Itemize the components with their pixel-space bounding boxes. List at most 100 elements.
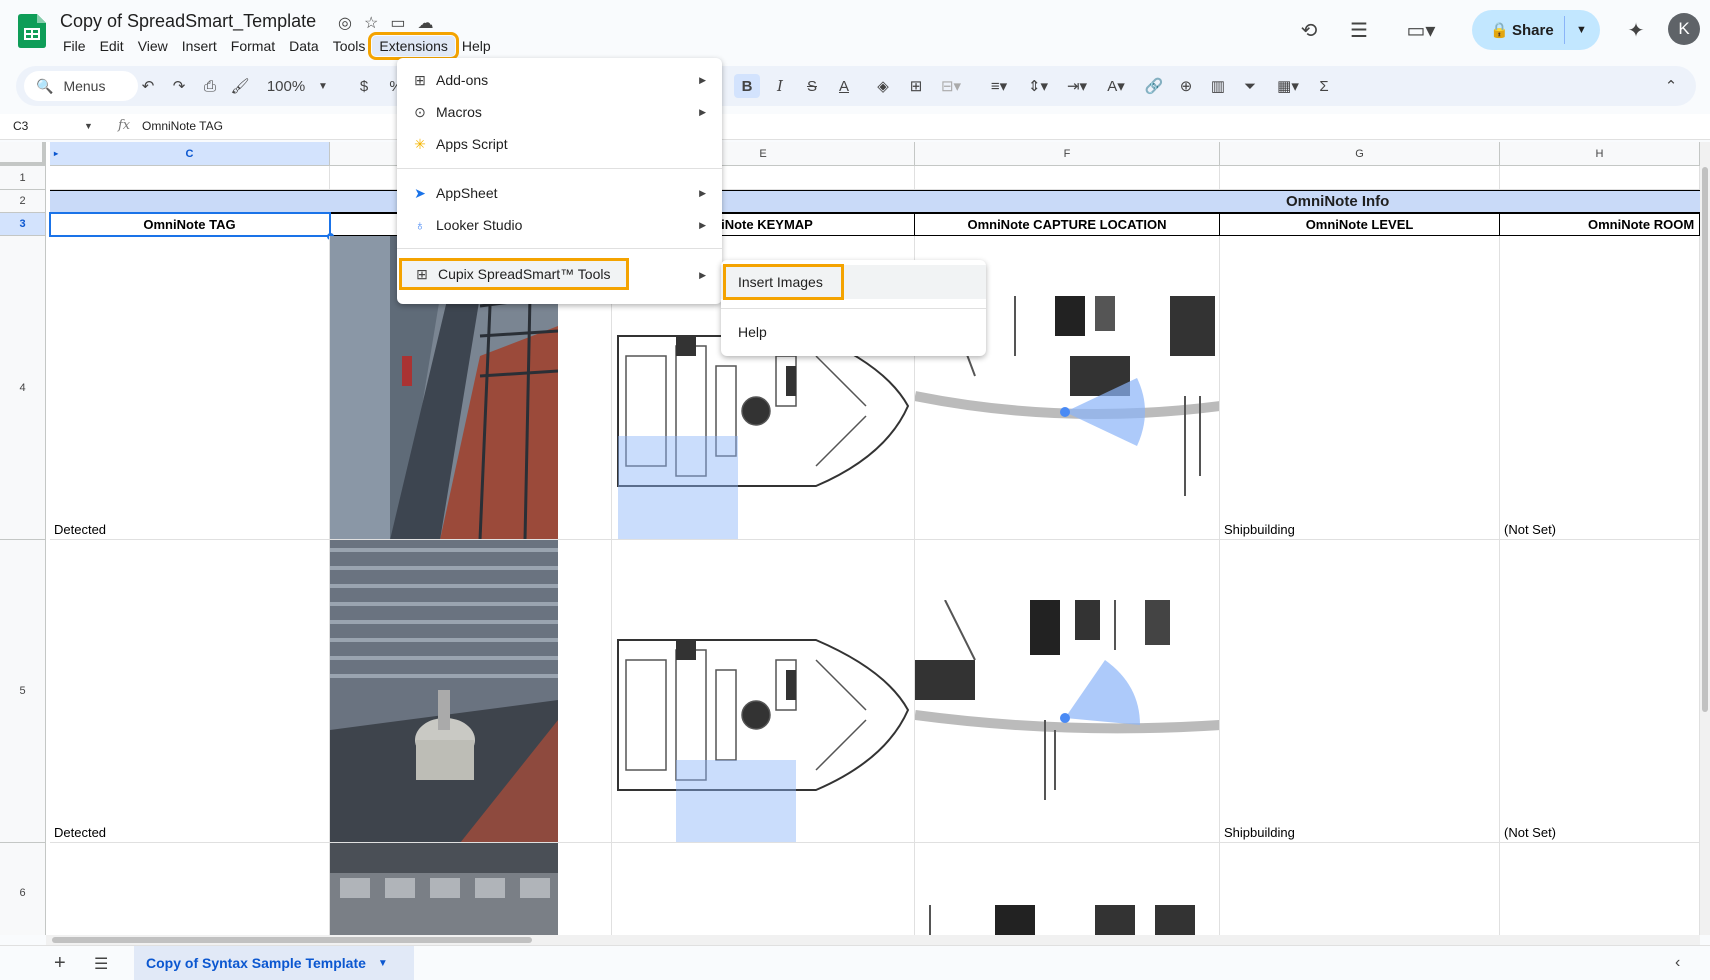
menu-item-apps-script[interactable]: ✳ Apps Script <box>397 128 722 160</box>
keymap-floorplan-image[interactable] <box>616 600 912 843</box>
bold-button[interactable]: B <box>734 74 760 98</box>
fill-color-icon[interactable]: ◈ <box>871 74 895 98</box>
header-cell-level[interactable]: OmniNote LEVEL <box>1220 213 1500 236</box>
menu-extensions[interactable]: Extensions <box>368 32 459 60</box>
formula-input[interactable]: OmniNote TAG <box>142 119 223 133</box>
cell-room[interactable]: (Not Set) <box>1500 540 1700 843</box>
row-header-3[interactable]: 3 <box>0 213 46 236</box>
merge-cells-icon[interactable]: ⊟▾ <box>936 74 966 98</box>
star-icon[interactable]: ☆ <box>364 13 378 33</box>
name-box[interactable]: C3 <box>13 119 28 133</box>
row-header-4[interactable]: 4 <box>0 236 46 540</box>
omni-icon[interactable]: ◎ <box>338 13 352 33</box>
vertical-align-icon[interactable]: ⇕▾ <box>1021 74 1055 98</box>
horizontal-scroll-thumb[interactable] <box>52 937 532 943</box>
column-header-h[interactable]: H <box>1500 142 1700 166</box>
header-cell-room[interactable]: OmniNote ROOM <box>1500 213 1700 236</box>
menu-data[interactable]: Data <box>282 36 326 56</box>
vertical-scrollbar[interactable] <box>1700 142 1710 935</box>
capture-photo-image[interactable] <box>330 843 558 935</box>
row-header-6[interactable]: 6 <box>0 843 46 935</box>
gemini-icon[interactable]: ✦ <box>1622 16 1650 44</box>
zoom-caret-icon[interactable]: ▼ <box>316 74 330 98</box>
select-all-corner[interactable] <box>0 142 46 166</box>
menu-item-looker-studio[interactable]: ♁ Looker Studio ▶ <box>397 209 722 241</box>
meet-icon[interactable]: ▭▾ <box>1398 16 1444 44</box>
menu-item-cupix-spreadsmart-tools[interactable]: ⊞ Cupix SpreadSmart™ Tools <box>399 258 629 290</box>
row-header-1[interactable]: 1 <box>0 166 46 190</box>
column-header-g[interactable]: G <box>1220 142 1500 166</box>
italic-button[interactable]: I <box>768 74 792 98</box>
zoom-select[interactable]: 100% <box>262 74 310 98</box>
omninote-info-banner[interactable]: OmniNote Info <box>50 190 1700 213</box>
comments-icon[interactable]: ☰ <box>1345 16 1373 44</box>
sheet-tab[interactable]: Copy of Syntax Sample Template ▼ <box>134 946 414 980</box>
document-title[interactable]: Copy of SpreadSmart_Template <box>60 11 316 32</box>
redo-icon[interactable]: ↷ <box>167 74 191 98</box>
cell-capture-location[interactable] <box>915 540 1220 843</box>
cell-keymap[interactable] <box>612 843 915 935</box>
filter-icon[interactable]: ⏷ <box>1238 74 1262 98</box>
functions-icon[interactable]: Σ <box>1312 74 1336 98</box>
row-header-5[interactable]: 5 <box>0 540 46 843</box>
menu-view[interactable]: View <box>131 36 175 56</box>
currency-button[interactable]: $ <box>356 74 372 98</box>
menu-file[interactable]: File <box>56 36 93 56</box>
menu-insert[interactable]: Insert <box>175 36 224 56</box>
cell-room[interactable]: (Not Set) <box>1500 236 1700 540</box>
cell-tag[interactable] <box>50 843 330 935</box>
cell[interactable] <box>1500 166 1700 190</box>
horizontal-scrollbar[interactable] <box>46 935 1700 945</box>
cell[interactable] <box>1220 166 1500 190</box>
menu-help[interactable]: Help <box>455 36 498 56</box>
menu-item-macros[interactable]: ⊙ Macros ▶ <box>397 96 722 128</box>
hidden-columns-arrow-icon[interactable]: ▸ <box>54 149 58 158</box>
insert-chart-icon[interactable]: ▥ <box>1206 74 1230 98</box>
cell-level[interactable]: Shipbuilding <box>1220 236 1500 540</box>
cell[interactable] <box>50 166 330 190</box>
print-icon[interactable]: ⎙ <box>198 74 222 98</box>
column-header-c[interactable]: ▸ C <box>50 142 330 166</box>
header-cell-capture-location[interactable]: OmniNote CAPTURE LOCATION <box>915 213 1220 236</box>
cell-photo[interactable] <box>330 540 612 843</box>
paint-format-icon[interactable]: 🖌 <box>228 74 252 98</box>
cell-level[interactable]: Shipbuilding <box>1220 540 1500 843</box>
capture-photo-image[interactable] <box>330 540 558 843</box>
row-header-2[interactable]: 2 <box>0 190 46 213</box>
cell[interactable] <box>915 166 1220 190</box>
menu-item-help[interactable]: Help <box>721 315 986 349</box>
menu-format[interactable]: Format <box>224 36 282 56</box>
cell-keymap[interactable] <box>612 540 915 843</box>
strikethrough-button[interactable]: S <box>800 74 824 98</box>
menus-search[interactable]: 🔍 Menus <box>24 71 138 101</box>
undo-icon[interactable]: ↶ <box>136 74 160 98</box>
menu-tools[interactable]: Tools <box>326 36 373 56</box>
filter-views-icon[interactable]: ▦▾ <box>1271 74 1305 98</box>
cell-tag[interactable]: Detected <box>50 236 330 540</box>
menu-item-insert-images[interactable]: Insert Images <box>721 264 986 300</box>
share-button[interactable]: 🔒 Share ▼ <box>1472 10 1600 50</box>
cell-capture-location[interactable] <box>915 843 1220 935</box>
capture-location-map-image[interactable] <box>915 905 1220 935</box>
cloud-status-icon[interactable]: ☁ <box>417 13 433 33</box>
menu-item-addons[interactable]: ⊞ Add-ons ▶ <box>397 64 722 96</box>
sheets-logo-icon[interactable] <box>18 14 46 48</box>
sheet-tab-caret-icon[interactable]: ▼ <box>378 958 388 969</box>
text-rotation-icon[interactable]: A▾ <box>1099 74 1133 98</box>
vertical-scroll-thumb[interactable] <box>1702 167 1708 712</box>
side-panel-toggle-icon[interactable]: ‹ <box>1675 954 1680 972</box>
menu-edit[interactable]: Edit <box>93 36 131 56</box>
name-box-caret-icon[interactable]: ▼ <box>84 121 93 131</box>
avatar[interactable]: K <box>1668 13 1700 45</box>
cell-tag[interactable]: Detected <box>50 540 330 843</box>
borders-icon[interactable]: ⊞ <box>904 74 928 98</box>
all-sheets-icon[interactable]: ☰ <box>94 954 108 974</box>
move-folder-icon[interactable]: ▭ <box>390 13 405 33</box>
share-dropdown-icon[interactable]: ▼ <box>1576 24 1587 36</box>
capture-location-map-image[interactable] <box>915 600 1220 800</box>
add-sheet-icon[interactable]: + <box>54 952 66 975</box>
cell-level[interactable] <box>1220 843 1500 935</box>
menu-item-appsheet[interactable]: ➤ AppSheet ▶ <box>397 177 722 209</box>
insert-link-icon[interactable]: 🔗 <box>1142 74 1166 98</box>
version-history-icon[interactable]: ⟲ <box>1295 16 1323 44</box>
